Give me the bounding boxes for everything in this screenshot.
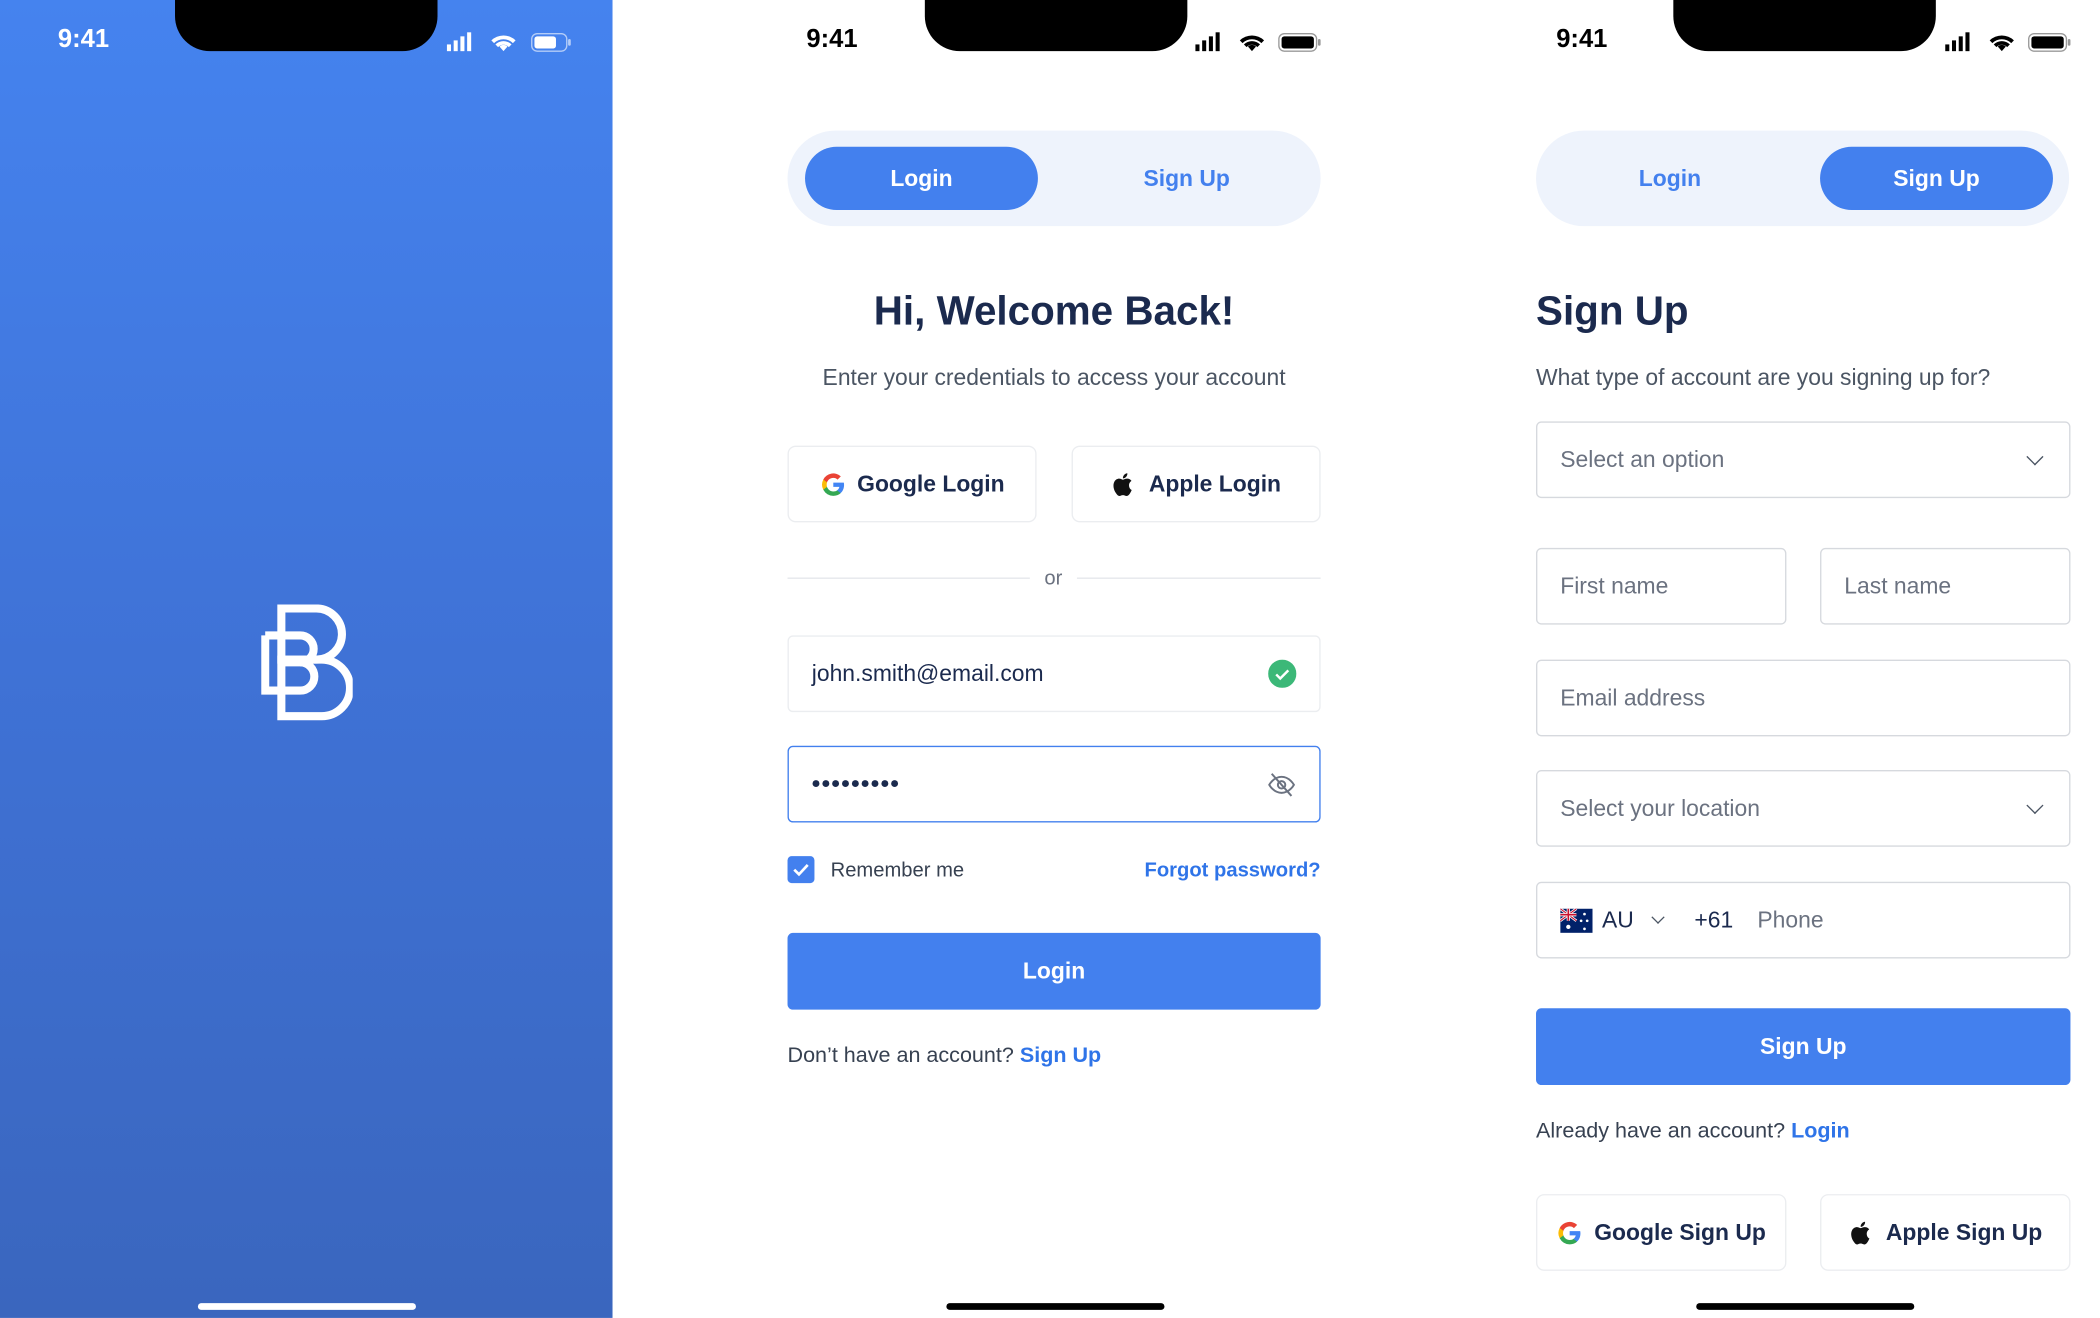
first-name-input[interactable]: First name bbox=[1536, 547, 1787, 625]
location-select[interactable]: Select your location bbox=[1536, 770, 2071, 847]
remember-checkbox[interactable] bbox=[787, 856, 815, 884]
last-name-input[interactable]: Last name bbox=[1820, 547, 2071, 625]
phone-input[interactable]: AU +61 Phone bbox=[1536, 881, 2071, 959]
login-link[interactable]: Login bbox=[1791, 1120, 1850, 1143]
divider bbox=[1076, 577, 1321, 579]
check-icon bbox=[793, 864, 809, 877]
password-input[interactable]: ••••••••• bbox=[787, 745, 1321, 823]
tab-login[interactable]: Login bbox=[1554, 147, 1787, 210]
tab-login[interactable]: Login bbox=[805, 146, 1038, 211]
google-signup-label: Google Sign Up bbox=[1594, 1218, 1766, 1245]
home-indicator bbox=[1696, 1303, 1915, 1310]
status-icons bbox=[1195, 32, 1321, 52]
first-name-placeholder: First name bbox=[1560, 572, 1669, 599]
account-type-placeholder: Select an option bbox=[1560, 446, 1725, 472]
last-name-placeholder: Last name bbox=[1844, 572, 1952, 599]
apple-icon bbox=[1111, 470, 1138, 497]
google-signup-button[interactable]: Google Sign Up bbox=[1536, 1194, 1787, 1271]
home-indicator bbox=[946, 1303, 1165, 1310]
account-type-select[interactable]: Select an option bbox=[1536, 421, 2071, 499]
auth-tabs: Login Sign Up bbox=[787, 130, 1321, 227]
chevron-down-icon bbox=[2026, 448, 2044, 466]
country-code-select[interactable]: AU bbox=[1602, 907, 1634, 934]
status-time: 9:41 bbox=[1556, 25, 1608, 54]
chevron-down-icon bbox=[2026, 796, 2044, 815]
apple-signup-button[interactable]: Apple Sign Up bbox=[1820, 1194, 2071, 1271]
splash-screen: 9:41 bbox=[0, 0, 613, 1318]
signup-prompt-text: Don’t have an account? bbox=[787, 1044, 1014, 1068]
check-circle-icon bbox=[1268, 659, 1297, 688]
login-prompt-text: Already have an account? bbox=[1536, 1120, 1786, 1143]
google-icon bbox=[1557, 1219, 1584, 1246]
google-login-button[interactable]: Google Login bbox=[787, 445, 1037, 523]
phone-placeholder: Phone bbox=[1757, 906, 1824, 933]
home-indicator bbox=[197, 1303, 416, 1310]
forgot-password-link[interactable]: Forgot password? bbox=[1051, 859, 1320, 882]
google-icon bbox=[819, 470, 846, 497]
divider-or: or bbox=[1044, 566, 1063, 590]
page-title: Sign Up bbox=[1536, 289, 1689, 334]
apple-icon bbox=[1848, 1219, 1875, 1246]
status-time: 9:41 bbox=[806, 25, 858, 54]
login-prompt: Already have an account? Login bbox=[1536, 1120, 1850, 1144]
tab-signup[interactable]: Sign Up bbox=[1070, 147, 1303, 210]
apple-login-label: Apple Login bbox=[1148, 470, 1282, 497]
brand-logo-icon bbox=[261, 604, 353, 721]
chevron-down-icon[interactable] bbox=[1650, 910, 1665, 924]
login-button[interactable]: Login bbox=[787, 932, 1321, 1010]
apple-signup-label: Apple Sign Up bbox=[1885, 1218, 2043, 1245]
dial-code: +61 bbox=[1694, 906, 1734, 933]
australia-flag-icon bbox=[1560, 908, 1593, 933]
location-placeholder: Select your location bbox=[1560, 794, 1760, 821]
divider bbox=[787, 577, 1030, 579]
status-time: 9:41 bbox=[57, 25, 110, 54]
page-title: Hi, Welcome Back! bbox=[873, 289, 1235, 334]
email-value: john.smith@email.com bbox=[811, 660, 1044, 686]
password-value: ••••••••• bbox=[811, 770, 901, 797]
notch bbox=[1673, 0, 1936, 52]
remember-label: Remember me bbox=[830, 858, 965, 882]
status-icons bbox=[446, 32, 571, 52]
email-input[interactable]: Email address bbox=[1536, 659, 2071, 737]
notch bbox=[924, 0, 1188, 52]
signup-prompt: Don’t have an account? Sign Up bbox=[788, 1045, 1102, 1069]
notch bbox=[175, 0, 438, 52]
signup-button[interactable]: Sign Up bbox=[1536, 1008, 2071, 1086]
email-input[interactable]: john.smith@email.com bbox=[787, 635, 1321, 713]
google-login-label: Google Login bbox=[857, 470, 1005, 497]
status-icons bbox=[1945, 32, 2071, 52]
page-subtitle: Enter your credentials to access your ac… bbox=[822, 364, 1286, 391]
apple-login-button[interactable]: Apple Login bbox=[1071, 445, 1321, 523]
page-subtitle: What type of account are you signing up … bbox=[1536, 364, 1991, 391]
auth-tabs: Login Sign Up bbox=[1536, 130, 2070, 227]
email-placeholder: Email address bbox=[1560, 684, 1706, 711]
eye-off-icon[interactable] bbox=[1267, 769, 1297, 799]
tab-signup[interactable]: Sign Up bbox=[1820, 146, 2053, 211]
signup-link[interactable]: Sign Up bbox=[1020, 1045, 1101, 1068]
